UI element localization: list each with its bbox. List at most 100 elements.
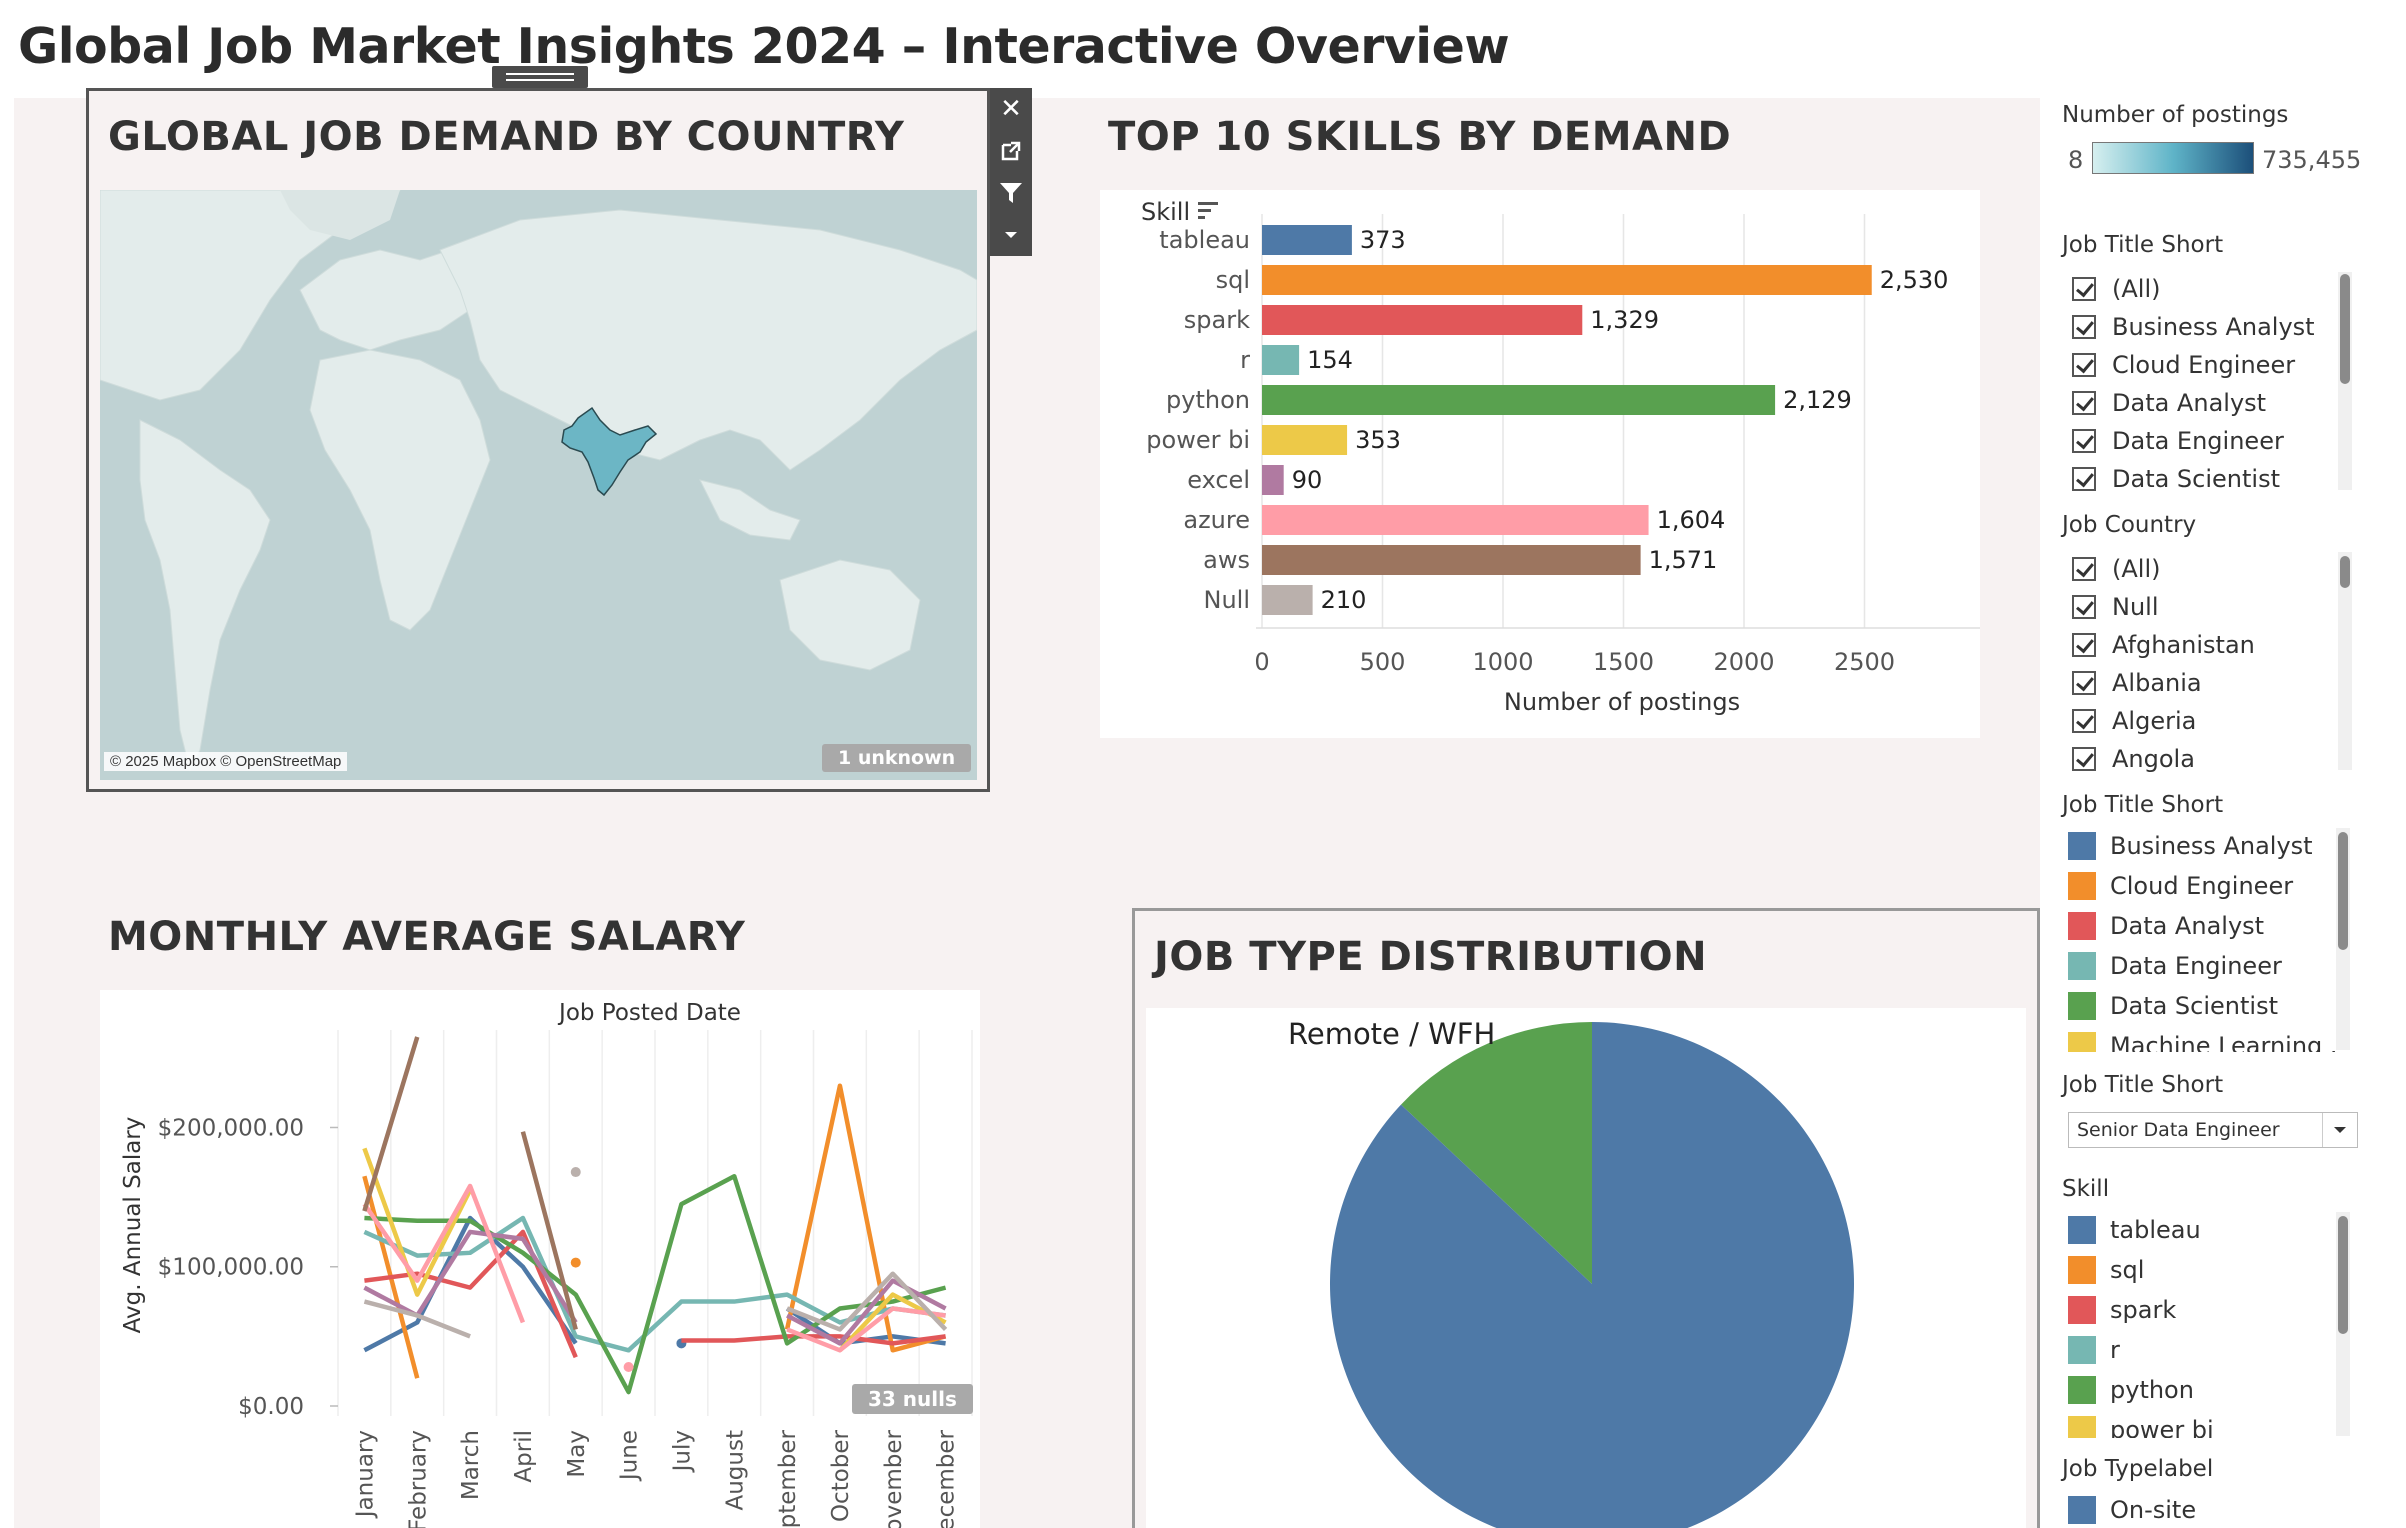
job-title-dropdown[interactable]: Senior Data Engineer — [2068, 1112, 2358, 1148]
legend-item[interactable]: Data Engineer — [2068, 946, 2282, 986]
legend-swatch — [2068, 1256, 2096, 1284]
postings-legend-min: 8 — [2068, 146, 2084, 174]
filter-checkbox-item[interactable]: Afghanistan — [2072, 626, 2255, 664]
bar-sql[interactable] — [1262, 265, 1872, 295]
scroll-thumb[interactable] — [2338, 1216, 2348, 1334]
legend-label: spark — [2110, 1296, 2177, 1324]
filter-icon[interactable] — [990, 172, 1032, 214]
map-attribution[interactable]: © 2025 Mapbox © OpenStreetMap — [104, 752, 348, 771]
chevron-down-icon[interactable] — [990, 214, 1032, 256]
legend-swatch — [2068, 1296, 2096, 1324]
checkbox-checked-icon[interactable] — [2072, 353, 2096, 377]
popout-icon[interactable] — [990, 130, 1032, 172]
filter-checkbox-item[interactable]: Cloud Engineer — [2072, 346, 2295, 384]
checkbox-checked-icon[interactable] — [2072, 671, 2096, 695]
checkbox-checked-icon[interactable] — [2072, 557, 2096, 581]
legend-item[interactable]: sql — [2068, 1250, 2144, 1290]
bar-excel[interactable] — [1262, 465, 1284, 495]
drag-handle[interactable] — [492, 66, 588, 88]
category-label: azure — [1183, 506, 1250, 534]
legend-item[interactable]: spark — [2068, 1290, 2176, 1330]
legend-item[interactable]: r — [2068, 1330, 2120, 1370]
y-axis-title: Avg. Annual Salary — [120, 1117, 146, 1334]
job-country-filter-scrollbar[interactable] — [2338, 552, 2352, 770]
skills-axis-header: Skill — [1141, 198, 1191, 226]
job-country-filter-title: Job Country — [2062, 512, 2197, 538]
zone-toolbar: ✕ — [990, 88, 1032, 256]
legend-swatch — [2068, 992, 2096, 1020]
job-type-legend-title: Job Typelabel — [2062, 1456, 2214, 1482]
filter-checkbox-item[interactable]: Null — [2072, 588, 2159, 626]
filter-checkbox-item[interactable]: (All) — [2072, 550, 2160, 588]
legend-item[interactable]: tableau — [2068, 1210, 2201, 1250]
bar-value-label: 373 — [1360, 226, 1406, 254]
job-type-legend-list: On-site — [2068, 1490, 2340, 1528]
legend-item[interactable]: Business Analyst — [2068, 826, 2313, 866]
legend-swatch — [2068, 1376, 2096, 1404]
series-point[interactable] — [570, 1167, 581, 1178]
legend-label: tableau — [2110, 1216, 2201, 1244]
filter-checkbox-item[interactable]: Algeria — [2072, 702, 2196, 740]
bar-spark[interactable] — [1262, 305, 1583, 335]
chevron-down-icon[interactable] — [2322, 1113, 2357, 1147]
month-label: January — [352, 1430, 378, 1519]
legend-item[interactable]: Machine Learning ... — [2068, 1026, 2340, 1052]
close-icon[interactable]: ✕ — [990, 88, 1032, 130]
filter-checkbox-item[interactable]: Angola — [2072, 740, 2195, 772]
filter-checkbox-item[interactable]: (All) — [2072, 270, 2160, 308]
unknown-locations-badge[interactable]: 1 unknown — [822, 744, 972, 772]
legend-item[interactable]: On-site — [2068, 1490, 2196, 1528]
checkbox-checked-icon[interactable] — [2072, 595, 2096, 619]
bar-value-label: 210 — [1321, 586, 1367, 614]
legend-swatch — [2068, 912, 2096, 940]
world-map[interactable] — [100, 190, 977, 780]
nulls-badge[interactable]: 33 nulls — [852, 1384, 973, 1414]
month-label: June — [617, 1430, 643, 1482]
filter-item-label: Data Scientist — [2112, 465, 2280, 492]
filter-checkbox-item[interactable]: Data Scientist — [2072, 460, 2280, 492]
checkbox-checked-icon[interactable] — [2072, 277, 2096, 301]
legend-item[interactable]: Data Scientist — [2068, 986, 2278, 1026]
job-title-dropdown-value: Senior Data Engineer — [2077, 1119, 2280, 1141]
bar-power-bi[interactable] — [1262, 425, 1348, 455]
series-point[interactable] — [623, 1362, 634, 1373]
legend-item[interactable]: python — [2068, 1370, 2194, 1410]
job-title-filter-scrollbar[interactable] — [2338, 272, 2352, 490]
filter-checkbox-item[interactable]: Business Analyst — [2072, 308, 2315, 346]
checkbox-checked-icon[interactable] — [2072, 709, 2096, 733]
job-title-legend-scrollbar[interactable] — [2336, 828, 2350, 1050]
bar-azure[interactable] — [1262, 505, 1649, 535]
category-label: excel — [1187, 466, 1250, 494]
checkbox-checked-icon[interactable] — [2072, 747, 2096, 771]
bar-null[interactable] — [1262, 585, 1313, 615]
y-tick-label: $200,000.00 — [158, 1115, 304, 1141]
legend-swatch — [2068, 952, 2096, 980]
scroll-thumb[interactable] — [2338, 832, 2348, 950]
bar-python[interactable] — [1262, 385, 1776, 415]
series-point[interactable] — [570, 1257, 581, 1268]
legend-item[interactable]: Cloud Engineer — [2068, 866, 2293, 906]
checkbox-checked-icon[interactable] — [2072, 391, 2096, 415]
checkbox-checked-icon[interactable] — [2072, 467, 2096, 491]
sort-icon[interactable] — [1196, 200, 1220, 226]
checkbox-checked-icon[interactable] — [2072, 429, 2096, 453]
bar-tableau[interactable] — [1262, 225, 1352, 255]
legend-item[interactable]: Data Analyst — [2068, 906, 2264, 946]
bar-value-label: 2,129 — [1783, 386, 1852, 414]
scroll-thumb[interactable] — [2340, 274, 2350, 384]
scroll-thumb[interactable] — [2340, 556, 2350, 588]
skill-legend-scrollbar[interactable] — [2336, 1212, 2350, 1436]
jobtype-pie-svg: Remote / WFH — [1288, 1017, 1854, 1528]
checkbox-checked-icon[interactable] — [2072, 633, 2096, 657]
filter-checkbox-item[interactable]: Albania — [2072, 664, 2202, 702]
bar-r[interactable] — [1262, 345, 1300, 375]
legend-item[interactable]: power bi — [2068, 1410, 2214, 1438]
filter-checkbox-item[interactable]: Data Analyst — [2072, 384, 2266, 422]
filter-checkbox-item[interactable]: Data Engineer — [2072, 422, 2284, 460]
bar-aws[interactable] — [1262, 545, 1641, 575]
checkbox-checked-icon[interactable] — [2072, 315, 2096, 339]
x-tick-label: 2500 — [1834, 648, 1895, 676]
month-label: May — [564, 1430, 590, 1478]
legend-label: python — [2110, 1376, 2194, 1404]
salary-line-chart: Job Posted Date $200,000.00 $100,000.00 $0.… — [100, 990, 980, 1528]
